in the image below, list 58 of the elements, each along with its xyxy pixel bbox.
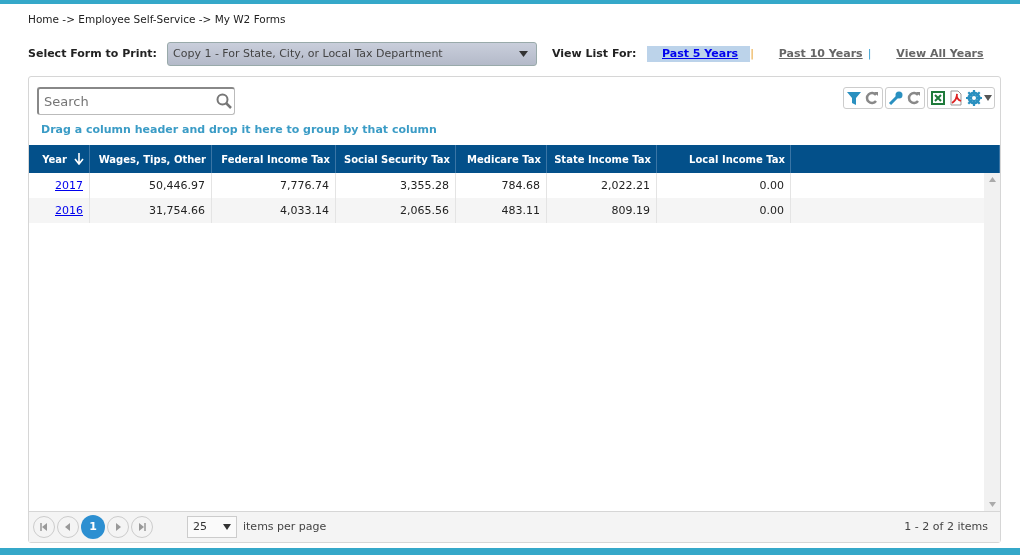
column-header[interactable]: Federal Income Tax xyxy=(212,145,336,174)
table-cell: 483.11 xyxy=(501,202,540,219)
year-link[interactable]: 2016 xyxy=(55,202,83,219)
column-header[interactable]: Wages, Tips, Other xyxy=(90,145,212,174)
year-range-link[interactable]: View All Years xyxy=(893,45,987,62)
column-header[interactable]: Local Income Tax xyxy=(657,145,791,174)
scroll-down-icon[interactable] xyxy=(988,502,996,507)
last-page-button[interactable] xyxy=(131,516,153,538)
field-label: Select Form to Print: xyxy=(28,45,158,62)
sort-arrow-icon xyxy=(74,153,84,166)
refresh-icon[interactable] xyxy=(864,89,880,106)
previous-page-icon xyxy=(64,523,72,531)
page-size-select[interactable]: 25 xyxy=(187,516,237,538)
previous-page-button[interactable] xyxy=(57,516,79,538)
year-range-link[interactable]: Past 5 Years xyxy=(647,45,751,62)
table-cell: 2,022.21 xyxy=(601,177,650,194)
next-page-icon xyxy=(114,523,122,531)
spreadsheet-icon[interactable] xyxy=(930,89,946,106)
year-link[interactable]: 2017 xyxy=(55,177,83,194)
gear-icon[interactable] xyxy=(966,89,982,106)
column-header[interactable]: State Income Tax xyxy=(547,145,657,174)
first-page-icon xyxy=(40,523,48,531)
table-cell: 4,033.14 xyxy=(280,202,329,219)
column-header[interactable]: Social Security Tax xyxy=(336,145,456,174)
next-page-button[interactable] xyxy=(107,516,129,538)
table-cell: 0.00 xyxy=(759,177,784,194)
column-header[interactable]: Year xyxy=(29,145,90,174)
form-select[interactable]: Copy 1 - For State, City, or Local Tax Department xyxy=(167,41,537,66)
table-cell: 50,446.97 xyxy=(149,177,205,194)
search-field[interactable]: Search xyxy=(37,86,235,115)
table-cell: 31,754.66 xyxy=(149,202,205,219)
caret-icon[interactable] xyxy=(984,94,992,101)
table-cell: 809.19 xyxy=(611,202,650,219)
breadcrumb: Home -> Employee Self-Service -> My W2 Forms xyxy=(28,12,287,27)
group-hint: Drag a column header and drop it here to group by that column xyxy=(40,121,438,138)
field-label: View List For: xyxy=(552,45,638,62)
table-cell: 3,355.28 xyxy=(400,177,449,194)
page-button[interactable]: 1 xyxy=(81,515,105,539)
pdf-icon[interactable] xyxy=(948,89,964,106)
search-icon xyxy=(216,92,232,109)
separator: | xyxy=(867,45,872,62)
caret-icon xyxy=(519,50,528,57)
pager-summary: 1 - 2 of 2 items xyxy=(904,518,988,535)
year-range-link[interactable]: Past 10 Years xyxy=(775,45,866,62)
table-cell: 7,776.74 xyxy=(280,177,329,194)
caret-icon xyxy=(223,524,231,530)
refresh-icon[interactable] xyxy=(906,89,922,106)
table-cell: 2,065.56 xyxy=(400,202,449,219)
column-header[interactable]: Medicare Tax xyxy=(456,145,547,174)
separator: | xyxy=(750,45,754,62)
table-cell: 784.68 xyxy=(501,177,540,194)
filter-icon[interactable] xyxy=(846,89,862,106)
wrench-icon[interactable] xyxy=(888,89,904,106)
scroll-up-icon[interactable] xyxy=(988,177,996,183)
last-page-icon xyxy=(138,523,146,531)
first-page-button[interactable] xyxy=(33,516,55,538)
pager-label: items per page xyxy=(243,518,327,535)
table-cell: 0.00 xyxy=(759,202,784,219)
